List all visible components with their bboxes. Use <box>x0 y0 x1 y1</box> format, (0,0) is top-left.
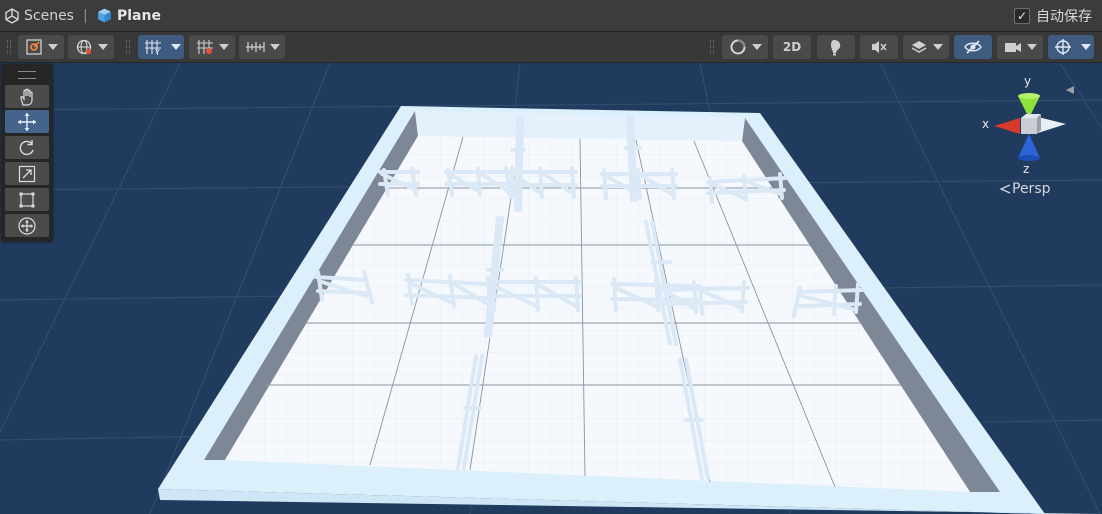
grid-snap-icon: Y <box>145 40 161 56</box>
gizmo-z-label: z <box>1023 162 1030 176</box>
autosave-toggle[interactable]: ✓ 自动保存 <box>1014 0 1092 31</box>
global-local-dropdown[interactable] <box>68 35 114 59</box>
chevron-left-icon <box>999 184 1011 194</box>
unity-logo-icon <box>5 7 19 24</box>
toolbar-grip[interactable] <box>126 40 130 54</box>
2d-mode-button[interactable]: 2D <box>773 35 811 59</box>
gizmo-center-cube[interactable] <box>1021 118 1037 134</box>
gizmo-y-label: y <box>1024 74 1032 88</box>
snap-settings-dropdown[interactable] <box>239 35 285 59</box>
lighting-toggle[interactable] <box>817 35 855 59</box>
effects-icon <box>911 41 926 53</box>
effects-dropdown[interactable] <box>903 35 949 59</box>
rect-tool-button[interactable] <box>5 188 49 211</box>
move-icon <box>18 112 36 131</box>
scene-view-window: Scenes | Plane ✓ 自动保存 Y 2D y x z Persp <box>0 0 1102 514</box>
gizmos-dropdown[interactable] <box>1078 35 1094 59</box>
rect-transform-icon <box>19 192 35 207</box>
breadcrumb-scenes[interactable]: Scenes <box>4 0 74 31</box>
lighting-icon <box>831 40 841 56</box>
scene-viewport[interactable] <box>0 63 1102 514</box>
transform-icon <box>18 216 36 235</box>
audio-toggle[interactable] <box>860 35 898 59</box>
toolbar-grip[interactable] <box>7 40 11 54</box>
globe-icon <box>76 39 91 55</box>
tool-palette <box>1 64 53 242</box>
svg-text:Y: Y <box>154 48 160 56</box>
transform-tool-button[interactable] <box>5 214 49 237</box>
gizmo-x-cone[interactable] <box>994 118 1020 134</box>
grid-snap-button[interactable]: Y <box>138 35 168 59</box>
gizmo-x-label: x <box>982 117 990 131</box>
projection-label: Persp <box>1012 181 1051 197</box>
ruler-icon <box>245 42 265 52</box>
transform-pivot-icon <box>25 39 42 55</box>
hand-tool-button[interactable] <box>5 85 49 108</box>
camera-settings-dropdown[interactable] <box>997 35 1043 59</box>
scale-icon <box>18 165 36 182</box>
toolbar-grip[interactable] <box>710 40 714 54</box>
autosave-label: 自动保存 <box>1036 8 1092 25</box>
scale-tool-button[interactable] <box>5 162 49 185</box>
tool-palette-handle[interactable] <box>18 71 36 79</box>
scene-canvas[interactable] <box>0 63 1102 514</box>
increment-snap-dropdown[interactable] <box>189 35 235 59</box>
scene-visibility-toggle[interactable] <box>954 35 992 59</box>
audio-mute-icon <box>872 41 887 53</box>
gizmos-button[interactable] <box>1048 35 1078 59</box>
breadcrumb-scenes-label: Scenes <box>24 7 74 24</box>
rotate-tool-button[interactable] <box>5 136 49 159</box>
pivot-tool-dropdown[interactable] <box>18 35 64 59</box>
gizmos-icon <box>1055 39 1071 55</box>
breadcrumb-separator: | <box>83 7 88 24</box>
hidden-eye-icon <box>964 40 982 54</box>
cube-icon <box>98 8 111 23</box>
breadcrumb-plane-label: Plane <box>117 7 161 24</box>
breadcrumb-plane[interactable]: Plane <box>96 0 161 31</box>
shading-mode-dropdown[interactable] <box>722 35 768 59</box>
shading-mode-icon <box>730 39 745 55</box>
projection-toggle[interactable]: Persp <box>998 180 1051 198</box>
autosave-checkbox[interactable]: ✓ <box>1014 7 1030 24</box>
increment-snap-icon <box>196 40 213 54</box>
gizmo-neg-x-cone[interactable] <box>1038 117 1066 133</box>
move-tool-button[interactable] <box>5 110 49 133</box>
camera-icon <box>1004 43 1021 52</box>
gizmo-z-cone[interactable] <box>1018 134 1040 158</box>
scene-toolbar: Y 2D <box>0 32 1102 63</box>
scene-breadcrumb-bar: Scenes | Plane ✓ 自动保存 <box>0 0 1102 32</box>
rotate-icon <box>19 139 34 155</box>
grid-snap-dropdown[interactable] <box>168 35 184 59</box>
hand-icon <box>20 88 33 106</box>
